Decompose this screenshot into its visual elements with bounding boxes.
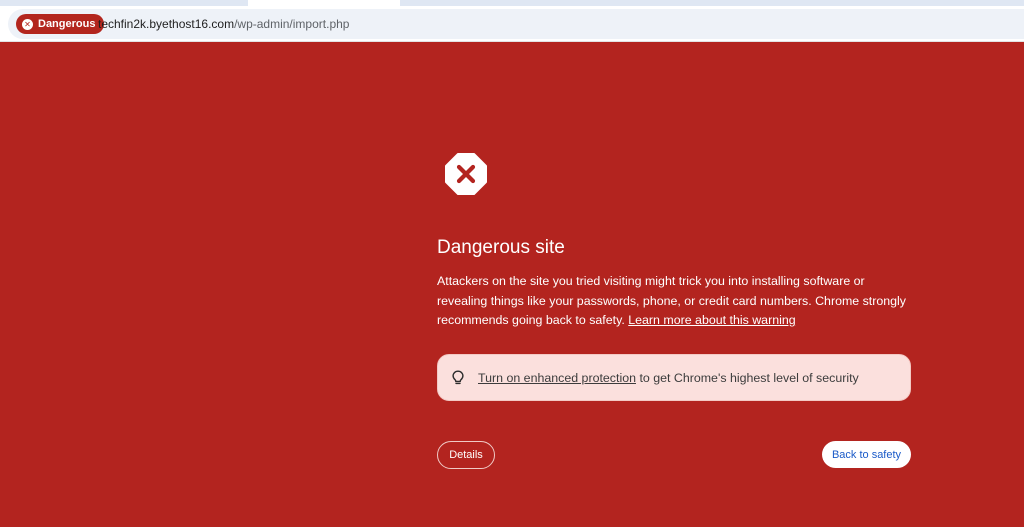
- enhanced-protection-banner: Turn on enhanced protection to get Chrom…: [437, 354, 911, 401]
- security-chip[interactable]: ✕ Dangerous: [16, 14, 105, 34]
- close-circle-icon: ✕: [22, 18, 33, 30]
- details-button[interactable]: Details: [437, 441, 495, 469]
- enhanced-protection-text: to get Chrome's highest level of securit…: [639, 370, 859, 385]
- lightbulb-icon: [452, 369, 464, 384]
- enhanced-protection-message: Turn on enhanced protection to get Chrom…: [478, 371, 859, 385]
- security-chip-label: Dangerous: [38, 18, 96, 30]
- stop-sign-x-icon: [445, 153, 487, 195]
- learn-more-link[interactable]: Learn more about this warning: [628, 313, 795, 327]
- address-bar[interactable]: ✕ Dangerous techfin2k.byethost16.com/wp-…: [8, 9, 1024, 39]
- url-text[interactable]: techfin2k.byethost16.com/wp-admin/import…: [98, 17, 349, 31]
- url-host: techfin2k.byethost16.com: [98, 17, 235, 31]
- url-path: /wp-admin/import.php: [234, 17, 350, 31]
- browser-toolbar: ✕ Dangerous techfin2k.byethost16.com/wp-…: [0, 6, 1024, 42]
- enhanced-protection-link[interactable]: Turn on enhanced protection: [478, 371, 636, 385]
- warning-description: Attackers on the site you tried visiting…: [437, 272, 911, 331]
- page-title: Dangerous site: [437, 237, 565, 258]
- back-to-safety-button[interactable]: Back to safety: [822, 441, 911, 468]
